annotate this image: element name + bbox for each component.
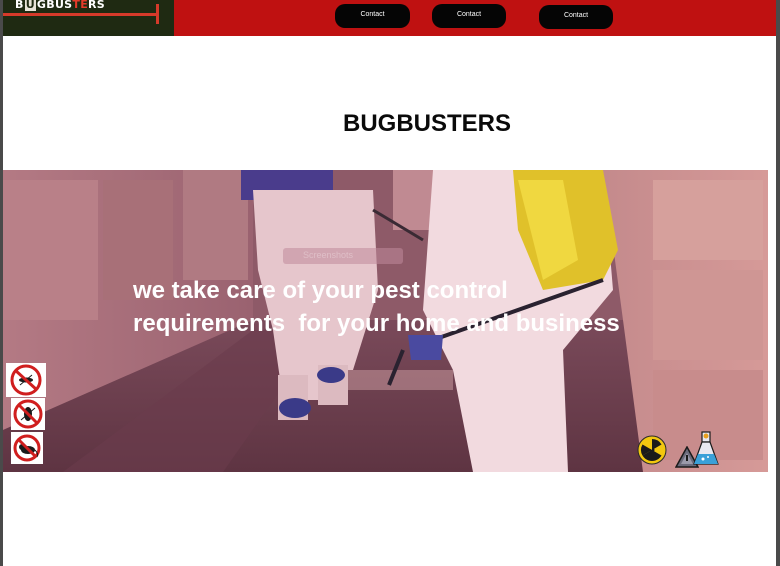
- page-frame: B U GBUSTERS Contact Contact Contact BUGBU…: [3, 0, 776, 566]
- hero-headline: we take care of your pest control requir…: [133, 277, 620, 337]
- bugbusters-logo[interactable]: B U GBUSTERS: [3, 0, 174, 36]
- no-rat-icon: [11, 432, 43, 464]
- top-navigation-bar: B U GBUSTERS Contact Contact Contact: [3, 0, 776, 36]
- logo-wordmark: B U GBUSTERS: [15, 0, 106, 11]
- page-title: BUGBUSTERS: [342, 110, 511, 137]
- contact-button-1[interactable]: Contact: [335, 4, 410, 28]
- hero-banner: Screenshots we take care of your pest co…: [3, 170, 768, 472]
- contact-button-2[interactable]: Contact: [432, 4, 506, 28]
- logo-underline-cap: [156, 4, 159, 24]
- watermark-text: Screenshots: [303, 250, 354, 260]
- logo-underline: [3, 13, 158, 16]
- radiation-icon: [637, 435, 667, 465]
- contact-button-3[interactable]: Contact: [539, 5, 613, 29]
- no-mosquito-icon: [6, 363, 46, 397]
- chemical-flask-icon: [693, 430, 719, 468]
- no-cockroach-icon: [11, 398, 45, 430]
